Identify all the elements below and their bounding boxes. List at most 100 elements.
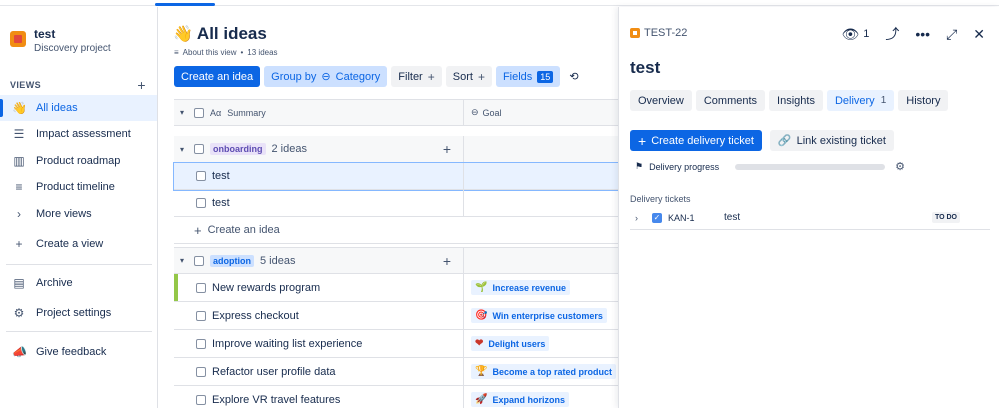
plus-icon: + <box>15 237 23 251</box>
tab-label: Delivery <box>834 94 875 107</box>
status-badge[interactable]: TO DO <box>931 212 960 223</box>
sidebar-item-give-feedback[interactable]: 📣 Give feedback <box>0 339 157 365</box>
row-checkbox[interactable] <box>196 394 206 405</box>
row-summary[interactable]: Explore VR travel features <box>212 394 340 406</box>
select-all-checkbox[interactable] <box>194 107 204 118</box>
active-tab-indicator <box>155 3 215 6</box>
autofit-icon[interactable]: ⟲ <box>564 66 584 87</box>
about-view-link[interactable]: About this view <box>183 48 237 57</box>
chevron-right-icon[interactable]: › <box>630 213 644 223</box>
table-row[interactable]: test <box>173 162 619 191</box>
row-summary[interactable]: Refactor user profile data <box>212 366 336 378</box>
issue-key[interactable]: TEST-22 <box>630 27 687 39</box>
delivery-ticket-row[interactable]: › ✓ KAN-1 test TO DO <box>630 206 990 230</box>
gear-icon[interactable]: ⚙ <box>895 160 905 173</box>
table-row[interactable]: New rewards program 🌱 Increase revenue <box>174 274 618 302</box>
share-icon[interactable]: ⤴ <box>885 24 899 44</box>
sidebar-item-product-timeline[interactable]: ≡ Product timeline <box>0 174 157 200</box>
row-summary[interactable]: Improve waiting list experience <box>212 338 362 350</box>
sidebar-item-more-views[interactable]: › More views <box>0 201 157 227</box>
fields-button[interactable]: Fields 15 <box>495 66 561 87</box>
goal-tag: 🌱 Increase revenue <box>471 280 570 295</box>
sidebar-item-create-view[interactable]: + Create a view <box>0 231 157 257</box>
row-checkbox[interactable] <box>196 198 206 208</box>
project-header[interactable]: test Discovery project <box>10 27 111 54</box>
create-idea-button[interactable]: Create an idea <box>174 66 261 87</box>
row-status-indicator <box>174 274 178 301</box>
category-field-icon: ⊖ <box>321 71 331 83</box>
column-header-summary[interactable]: Summary <box>227 108 266 118</box>
create-idea-row[interactable]: + Create an idea <box>174 217 618 244</box>
table-row[interactable]: Refactor user profile data 🏆 Become a top… <box>174 358 618 386</box>
create-delivery-ticket-button[interactable]: + Create delivery ticket <box>630 130 762 151</box>
eye-icon: 👁 <box>841 25 860 42</box>
wave-icon: 👋 <box>173 26 193 43</box>
add-idea-icon[interactable]: + <box>443 141 451 157</box>
group-by-value: Category <box>335 70 381 83</box>
archive-icon: ▤ <box>13 276 25 290</box>
idea-title[interactable]: test <box>630 58 660 78</box>
table-header: ▾ Aα Summary ⊖ Goal <box>174 99 618 126</box>
row-checkbox[interactable] <box>196 366 206 377</box>
more-icon[interactable]: ••• <box>915 26 930 42</box>
group-row-onboarding[interactable]: ▾ onboarding 2 ideas + <box>174 136 618 163</box>
chevron-down-icon[interactable]: ▾ <box>180 256 188 265</box>
filter-button[interactable]: Filter + <box>391 66 442 87</box>
collapse-all-icon[interactable]: ▾ <box>180 108 188 117</box>
row-checkbox[interactable] <box>196 282 206 293</box>
sidebar: test Discovery project VIEWS + 👋 All ide… <box>0 7 158 408</box>
table-row[interactable]: Explore VR travel features 🚀 Expand horiz… <box>174 386 618 408</box>
sort-button[interactable]: Sort + <box>445 66 492 87</box>
idea-count: 13 ideas <box>247 48 278 57</box>
group-checkbox[interactable] <box>194 255 204 266</box>
tab-history[interactable]: History <box>898 90 949 111</box>
tab-comments[interactable]: Comments <box>695 90 766 111</box>
column-header-goal[interactable]: Goal <box>483 108 502 118</box>
goal-tag: 🚀 Expand horizons <box>471 392 569 407</box>
row-summary[interactable]: New rewards program <box>212 282 320 294</box>
close-icon[interactable]: ✕ <box>973 26 985 43</box>
table-row[interactable]: test <box>174 190 618 217</box>
sidebar-item-impact-assessment[interactable]: ☰ Impact assessment <box>0 121 157 147</box>
group-row-adoption[interactable]: ▾ adoption 5 ideas + <box>174 247 618 274</box>
list-icon: ☰ <box>13 127 25 141</box>
link-existing-ticket-button[interactable]: 🔗 Link existing ticket <box>769 130 894 151</box>
group-by-button[interactable]: Group by ⊖ Category <box>264 66 388 87</box>
create-idea-label: Create an idea <box>207 224 280 236</box>
row-checkbox[interactable] <box>196 171 206 181</box>
page-title-text: All ideas <box>196 24 267 43</box>
delivery-tickets-label: Delivery tickets <box>630 194 691 204</box>
table-row[interactable]: Improve waiting list experience ❤ Delight… <box>174 330 618 358</box>
row-summary[interactable]: Express checkout <box>212 310 299 322</box>
row-summary[interactable]: test <box>212 170 230 182</box>
watch-button[interactable]: 👁 1 <box>841 26 869 43</box>
goal-tag: ❤ Delight users <box>471 336 550 351</box>
goal-tag: 🎯 Win enterprise customers <box>471 308 607 323</box>
about-icon: ≡ <box>174 48 179 57</box>
row-checkbox[interactable] <box>196 338 206 349</box>
sidebar-item-all-ideas[interactable]: 👋 All ideas <box>0 95 157 121</box>
group-label: onboarding <box>210 143 266 155</box>
sidebar-item-product-roadmap[interactable]: ▥ Product roadmap <box>0 148 157 174</box>
tab-delivery[interactable]: Delivery 1 <box>826 90 895 111</box>
goal-label: Delight users <box>488 338 546 349</box>
ticket-key[interactable]: KAN-1 <box>668 213 724 223</box>
sidebar-item-project-settings[interactable]: ⚙ Project settings <box>0 300 157 326</box>
group-count: 5 ideas <box>260 254 296 267</box>
views-label: VIEWS <box>10 80 42 90</box>
sidebar-item-archive[interactable]: ▤ Archive <box>0 270 157 296</box>
tab-insights[interactable]: Insights <box>769 90 823 111</box>
expand-icon[interactable]: ⤢ <box>946 26 957 43</box>
row-checkbox[interactable] <box>196 310 206 321</box>
add-view-icon[interactable]: + <box>137 77 146 93</box>
row-summary[interactable]: test <box>212 197 230 209</box>
table-row[interactable]: Express checkout 🎯 Win enterprise custome… <box>174 302 618 330</box>
group-checkbox[interactable] <box>194 144 204 154</box>
sidebar-item-label: Project settings <box>36 307 112 319</box>
main-content: 👋 All ideas ≡ About this view • 13 ideas… <box>159 7 619 408</box>
chevron-down-icon[interactable]: ▾ <box>180 145 188 154</box>
tab-overview[interactable]: Overview <box>630 90 692 111</box>
views-section-header: VIEWS + <box>10 77 146 93</box>
project-type: Discovery project <box>34 43 111 54</box>
add-idea-icon[interactable]: + <box>443 253 451 269</box>
